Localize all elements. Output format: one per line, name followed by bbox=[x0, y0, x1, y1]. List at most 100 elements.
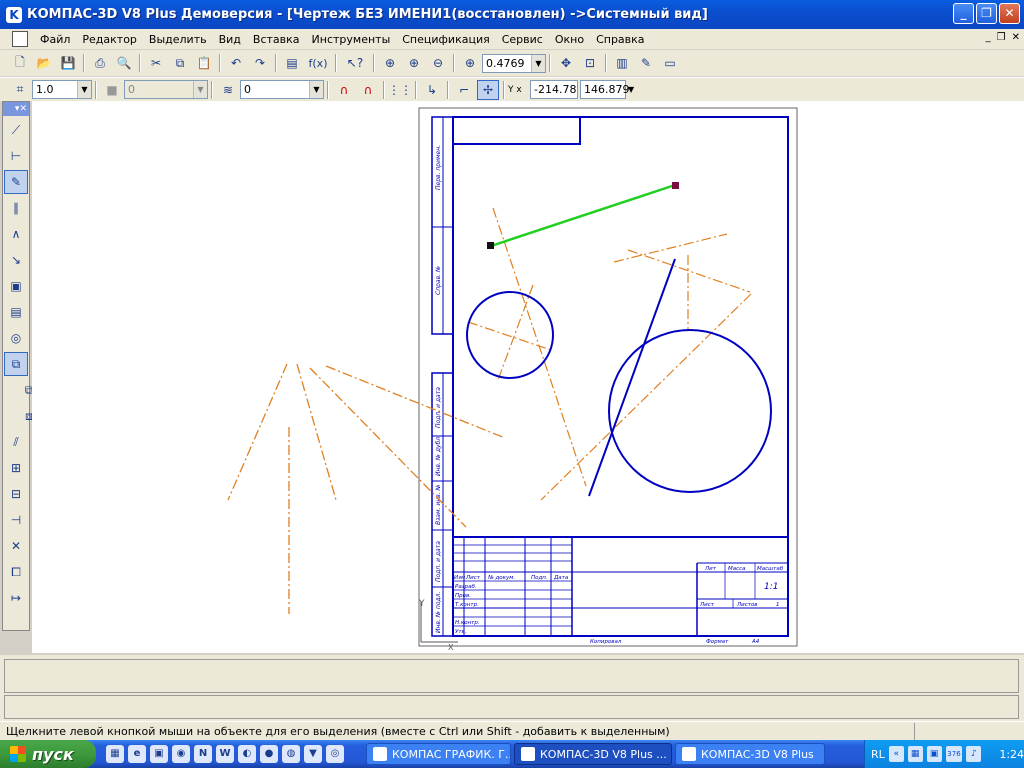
app-orange-icon[interactable]: ◍ bbox=[282, 745, 300, 763]
copy-view-icon[interactable]: ⧠ bbox=[4, 560, 28, 584]
app-n-icon[interactable]: N bbox=[194, 745, 212, 763]
panel-close-icon[interactable]: ✕ bbox=[19, 104, 27, 114]
geometry-icon[interactable]: ⟋ bbox=[4, 118, 28, 142]
variables-icon[interactable]: ▤ bbox=[281, 53, 303, 73]
fx-button[interactable]: f(x) bbox=[305, 53, 331, 73]
pan-icon[interactable]: ✥ bbox=[555, 53, 577, 73]
coord-x-field[interactable]: -214.78 bbox=[530, 80, 578, 99]
menu-service[interactable]: Сервис bbox=[496, 33, 549, 46]
manager-icon[interactable]: ▥ bbox=[611, 53, 633, 73]
menu-insert[interactable]: Вставка bbox=[247, 33, 306, 46]
ortho-mode-icon[interactable]: ⌐ bbox=[453, 80, 475, 100]
menu-help[interactable]: Справка bbox=[590, 33, 650, 46]
undo-icon[interactable]: ↶ bbox=[225, 53, 247, 73]
task-kompas-1[interactable]: КОМПАС-3D V8 Plus ... bbox=[514, 743, 672, 765]
break-line-icon[interactable]: ⊣ bbox=[4, 508, 28, 532]
panel-icon[interactable]: ▭ bbox=[659, 53, 681, 73]
mdi-close-button[interactable]: ✕ bbox=[1012, 32, 1020, 43]
snap-magnet-icon[interactable]: ∩ bbox=[333, 80, 355, 100]
coord-y-field[interactable]: 146.879 bbox=[580, 80, 630, 99]
app-blue-icon[interactable]: ◐ bbox=[238, 745, 256, 763]
close-button[interactable]: ✕ bbox=[999, 3, 1020, 24]
measure-icon[interactable]: ∧ bbox=[4, 222, 28, 246]
open-folder-icon[interactable]: 📂 bbox=[33, 53, 55, 73]
tray-app-icon[interactable]: ▣ bbox=[926, 746, 942, 762]
document-icon[interactable] bbox=[12, 31, 28, 47]
zoom-out-icon[interactable]: ⊖ bbox=[427, 53, 449, 73]
ie-icon[interactable]: e bbox=[128, 745, 146, 763]
minimize-button[interactable]: _ bbox=[953, 3, 974, 24]
select-icon[interactable]: ↘ bbox=[4, 248, 28, 272]
cursor-coords-icon[interactable]: ✢ bbox=[477, 79, 499, 100]
app-green-icon[interactable]: ◉ bbox=[172, 745, 190, 763]
print-preview-icon[interactable]: 🔍 bbox=[113, 53, 135, 73]
chevron-down-icon[interactable]: ▼ bbox=[531, 54, 545, 72]
menu-file[interactable]: Файл bbox=[34, 33, 76, 46]
mdi-restore-button[interactable]: ❐ bbox=[997, 32, 1006, 43]
save-icon[interactable]: 💾 bbox=[57, 53, 79, 73]
context-help-button[interactable]: ↖? bbox=[341, 53, 369, 73]
edit-icon[interactable]: ▣ bbox=[4, 274, 28, 298]
section-icon[interactable]: ⫽ bbox=[4, 430, 28, 454]
snap-magnet-settings-icon[interactable]: ∩ bbox=[357, 80, 379, 100]
print-icon[interactable]: ⎙ bbox=[89, 53, 111, 73]
desktop-icon[interactable]: ▦ bbox=[106, 745, 124, 763]
tray-network-icon[interactable]: ▦ bbox=[907, 746, 923, 762]
zoom-scale-icon[interactable]: ⊕ bbox=[459, 53, 481, 73]
layers-icon[interactable]: ≋ bbox=[217, 80, 239, 100]
step-combo[interactable]: 1.0 ▼ bbox=[32, 80, 92, 99]
detail-icon[interactable]: ⊟ bbox=[4, 482, 28, 506]
menu-view[interactable]: Вид bbox=[213, 33, 247, 46]
construction-line[interactable] bbox=[296, 363, 337, 501]
segment-endpoint-handle[interactable] bbox=[487, 242, 494, 249]
designations-icon[interactable]: ✎ bbox=[4, 170, 28, 194]
new-document-icon[interactable]: 🗋 bbox=[9, 53, 31, 73]
mdi-minimize-button[interactable]: _ bbox=[986, 32, 991, 43]
copy-icon[interactable]: ⧉ bbox=[169, 53, 191, 73]
chevron-down-icon[interactable]: ▼ bbox=[628, 85, 634, 94]
menu-editor[interactable]: Редактор bbox=[76, 33, 143, 46]
exit-icon[interactable]: ↦ bbox=[4, 586, 28, 610]
tray-badge-icon[interactable]: 376 bbox=[945, 746, 963, 762]
zoom-combo[interactable]: 0.4769 ▼ bbox=[482, 53, 546, 73]
show-all-icon[interactable]: ⊡ bbox=[579, 53, 601, 73]
task-kompas-2[interactable]: КОМПАС-3D V8 Plus bbox=[675, 743, 825, 765]
local-view-icon[interactable]: ⊞ bbox=[4, 456, 28, 480]
local-cs-icon[interactable]: ↳ bbox=[421, 80, 443, 100]
word-icon[interactable]: W bbox=[216, 745, 234, 763]
layer-combo[interactable]: 0 ▼ bbox=[240, 80, 324, 99]
spec-icon[interactable]: ▤ bbox=[4, 300, 28, 324]
maximize-button[interactable]: ❐ bbox=[976, 3, 997, 24]
fragment-icon[interactable]: ◎ bbox=[4, 326, 28, 350]
menu-tools[interactable]: Инструменты bbox=[306, 33, 397, 46]
app-green2-icon[interactable]: ◎ bbox=[326, 745, 344, 763]
menu-select[interactable]: Выделить bbox=[143, 33, 213, 46]
language-indicator[interactable]: RL bbox=[871, 748, 885, 761]
chevron-down-icon[interactable]: ▼ bbox=[309, 81, 323, 98]
cut-icon[interactable]: ✂ bbox=[145, 53, 167, 73]
segment-endpoint-handle[interactable] bbox=[672, 182, 679, 189]
menu-window[interactable]: Окно bbox=[549, 33, 590, 46]
clock[interactable]: 1:24 bbox=[999, 748, 1024, 761]
dimensions-icon[interactable]: ⊢ bbox=[4, 144, 28, 168]
media-icon[interactable]: ● bbox=[260, 745, 278, 763]
arrow-view-icon[interactable]: ✕ bbox=[4, 534, 28, 558]
app-red-icon[interactable]: ▣ bbox=[150, 745, 168, 763]
drawing-canvas[interactable]: Перв. примен. Справ. № Подп. и дата Инв.… bbox=[32, 101, 1024, 653]
tray-chevron-icon[interactable]: « bbox=[888, 746, 904, 762]
chevron-down-icon[interactable]: ▼ bbox=[77, 81, 91, 98]
parameterization-icon[interactable]: ∥ bbox=[4, 196, 28, 220]
app-yellow-icon[interactable]: ▼ bbox=[304, 745, 322, 763]
zoom-window-icon[interactable]: ⊕ bbox=[403, 53, 425, 73]
grid-step-icon[interactable]: ⌗ bbox=[9, 80, 31, 100]
paste-icon[interactable]: 📋 bbox=[193, 53, 215, 73]
window-titlebar[interactable]: K КОМПАС-3D V8 Plus Демоверсия - [Чертеж… bbox=[0, 0, 1024, 29]
menu-specification[interactable]: Спецификация bbox=[396, 33, 495, 46]
properties-icon[interactable]: ✎ bbox=[635, 53, 657, 73]
redo-icon[interactable]: ↷ bbox=[249, 53, 271, 73]
associative-views-icon[interactable]: ⧉ bbox=[4, 352, 28, 376]
construction-line[interactable] bbox=[227, 363, 288, 501]
start-button[interactable]: пуск bbox=[0, 740, 96, 768]
task-word-document[interactable]: КОМПАС ГРАФИК. Г... bbox=[366, 743, 511, 765]
zoom-in-icon[interactable]: ⊕ bbox=[379, 53, 401, 73]
